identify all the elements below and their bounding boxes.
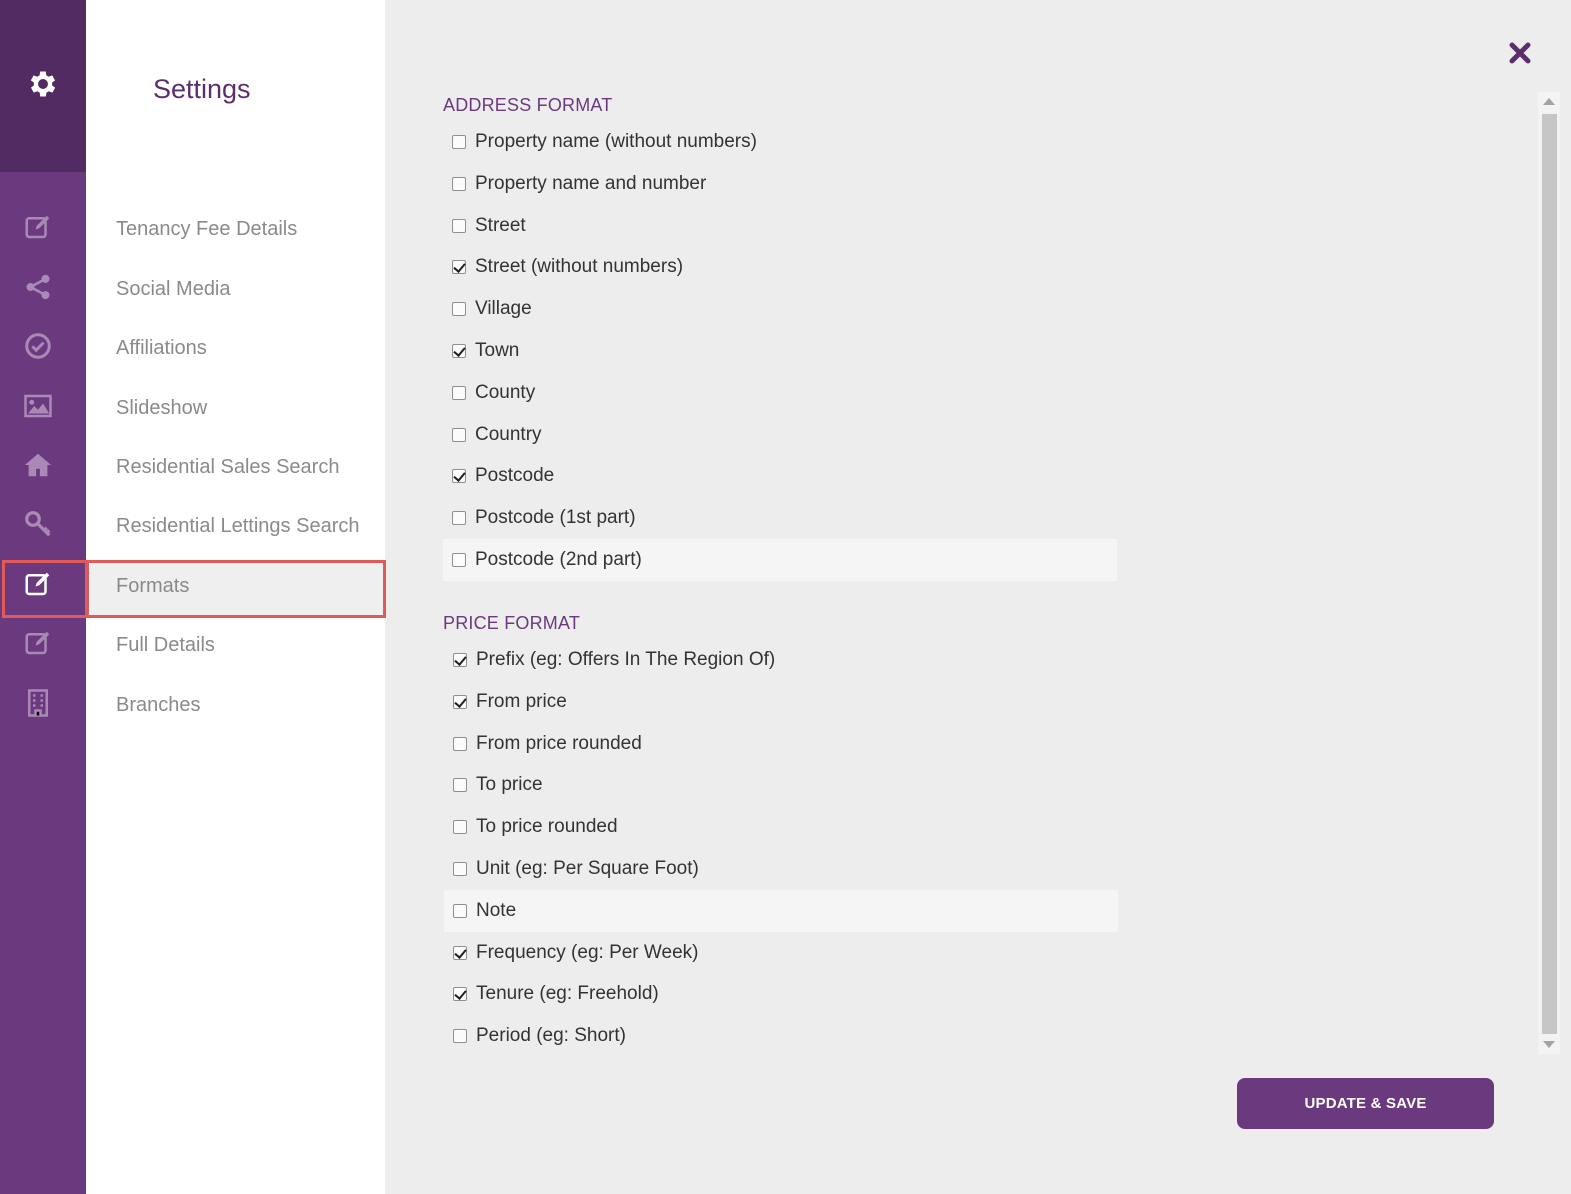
update-save-button[interactable]: UPDATE & SAVE (1237, 1078, 1494, 1129)
checkbox-row[interactable]: Street (without numbers) (443, 246, 1117, 288)
checkbox-row[interactable]: Prefix (eg: Offers In The Region Of) (444, 639, 1118, 681)
checkbox[interactable] (453, 903, 467, 918)
image-icon[interactable] (0, 382, 76, 430)
checkbox[interactable] (453, 862, 467, 876)
checkbox-label: From price rounded (476, 732, 642, 754)
checkbox[interactable] (453, 987, 467, 1002)
checkbox-label: County (475, 381, 536, 403)
menu-item-branches[interactable]: Branches (116, 694, 201, 717)
checkbox[interactable] (452, 302, 466, 317)
settings-header-block (0, 0, 86, 172)
checkbox[interactable] (453, 945, 467, 960)
building-icon[interactable] (0, 679, 76, 727)
checkbox-label: Country (475, 423, 542, 445)
scroll-up-icon[interactable] (1543, 98, 1555, 105)
checkbox[interactable] (453, 820, 467, 835)
checkbox-row[interactable]: Postcode (2nd part) (443, 539, 1117, 581)
checkbox-label: To price rounded (476, 816, 618, 838)
checkbox[interactable] (453, 694, 467, 709)
checkbox-row[interactable]: Postcode (1st part) (443, 497, 1117, 539)
settings-panel-lower (86, 832, 385, 1194)
checkbox-row[interactable]: Note (444, 889, 1118, 932)
checkbox[interactable] (453, 653, 467, 667)
check-circle-icon[interactable] (0, 322, 76, 370)
checkbox[interactable] (452, 385, 466, 400)
checkbox-label: Village (475, 298, 532, 320)
page-title: Settings (153, 74, 251, 104)
checkbox[interactable] (452, 344, 466, 358)
checkbox-row[interactable]: Village (443, 288, 1117, 330)
checkbox-row[interactable]: From price rounded (444, 723, 1118, 765)
close-button[interactable] (1503, 38, 1537, 72)
checkbox-label: Tenure (eg: Freehold) (476, 983, 659, 1005)
checkbox[interactable] (453, 1029, 467, 1044)
highlight-box-menu (86, 560, 386, 618)
checkbox-row[interactable]: Tenure (eg: Freehold) (444, 973, 1118, 1015)
checkbox-row[interactable]: Street (443, 205, 1117, 247)
checkbox-label: Frequency (eg: Per Week) (476, 941, 699, 963)
checkbox[interactable] (452, 260, 466, 275)
checkbox-row[interactable]: Unit (eg: Per Square Foot) (444, 848, 1118, 890)
key-icon[interactable] (0, 500, 76, 548)
checkbox-label: Unit (eg: Per Square Foot) (476, 858, 699, 879)
menu-item-tenancy-fee-details[interactable]: Tenancy Fee Details (116, 218, 297, 241)
checkbox-label: Property name and number (475, 172, 707, 194)
checkbox[interactable] (452, 469, 466, 484)
checkbox[interactable] (452, 218, 466, 233)
close-icon (1508, 41, 1532, 70)
checkbox-row[interactable]: Frequency (eg: Per Week) (444, 932, 1118, 974)
menu-item-residential-lettings-search[interactable]: Residential Lettings Search (116, 515, 359, 538)
checkbox-label: Street (without numbers) (475, 256, 684, 278)
scroll-thumb[interactable] (1542, 114, 1557, 1034)
settings-panel: Settings Tenancy Fee Details Social Medi… (86, 0, 385, 832)
checkbox-row[interactable]: County (443, 372, 1117, 414)
scroll-down-icon[interactable] (1543, 1041, 1555, 1048)
checkbox[interactable] (452, 176, 466, 191)
price-format-heading: PRICE FORMAT (443, 613, 581, 633)
menu-item-residential-sales-search[interactable]: Residential Sales Search (116, 456, 339, 479)
edit-icon[interactable] (0, 203, 76, 251)
checkbox-row[interactable]: Period (eg: Short) (444, 1015, 1118, 1057)
gear-icon[interactable] (26, 67, 60, 106)
menu-item-affiliations[interactable]: Affiliations (116, 337, 207, 360)
checkbox-row[interactable]: Property name and number (443, 163, 1117, 205)
checkbox-row[interactable]: To price rounded (444, 806, 1118, 848)
checkbox-label: To price (476, 774, 543, 796)
checkbox-label: Property name (without numbers) (475, 131, 757, 152)
checkbox-row[interactable]: Postcode (443, 455, 1117, 497)
checkbox-row[interactable]: To price (444, 764, 1118, 806)
checkbox[interactable] (452, 135, 466, 149)
checkbox-label: Prefix (eg: Offers In The Region Of) (476, 649, 776, 670)
address-format-heading: ADDRESS FORMAT (443, 95, 613, 115)
menu-item-full-details[interactable]: Full Details (116, 634, 215, 657)
checkbox-label: Note (476, 899, 517, 921)
checkbox-label: Postcode (475, 465, 555, 487)
checkbox[interactable] (452, 553, 466, 567)
checkbox-label: Postcode (2nd part) (475, 549, 642, 570)
scrollbar[interactable] (1538, 92, 1560, 1054)
checkbox[interactable] (453, 778, 467, 793)
checkbox-label: Period (eg: Short) (476, 1025, 626, 1047)
share-icon[interactable] (0, 263, 76, 311)
checkbox-row[interactable]: Town (443, 330, 1117, 372)
checkbox-row[interactable]: From price (444, 681, 1118, 723)
checkbox-label: Town (475, 340, 520, 361)
home-icon[interactable] (0, 441, 76, 489)
highlight-box-rail (2, 560, 88, 618)
checkbox[interactable] (452, 511, 466, 526)
checkbox[interactable] (453, 736, 467, 751)
checkbox-row[interactable]: Property name (without numbers) (443, 121, 1117, 163)
edit-icon[interactable] (0, 619, 76, 667)
checkbox-label: From price (476, 690, 567, 712)
checkbox-row[interactable]: Country (443, 414, 1117, 456)
menu-item-slideshow[interactable]: Slideshow (116, 397, 207, 420)
checkbox[interactable] (452, 427, 466, 442)
menu-item-social-media[interactable]: Social Media (116, 278, 231, 301)
checkbox-label: Postcode (1st part) (475, 507, 636, 529)
checkbox-label: Street (475, 214, 526, 236)
